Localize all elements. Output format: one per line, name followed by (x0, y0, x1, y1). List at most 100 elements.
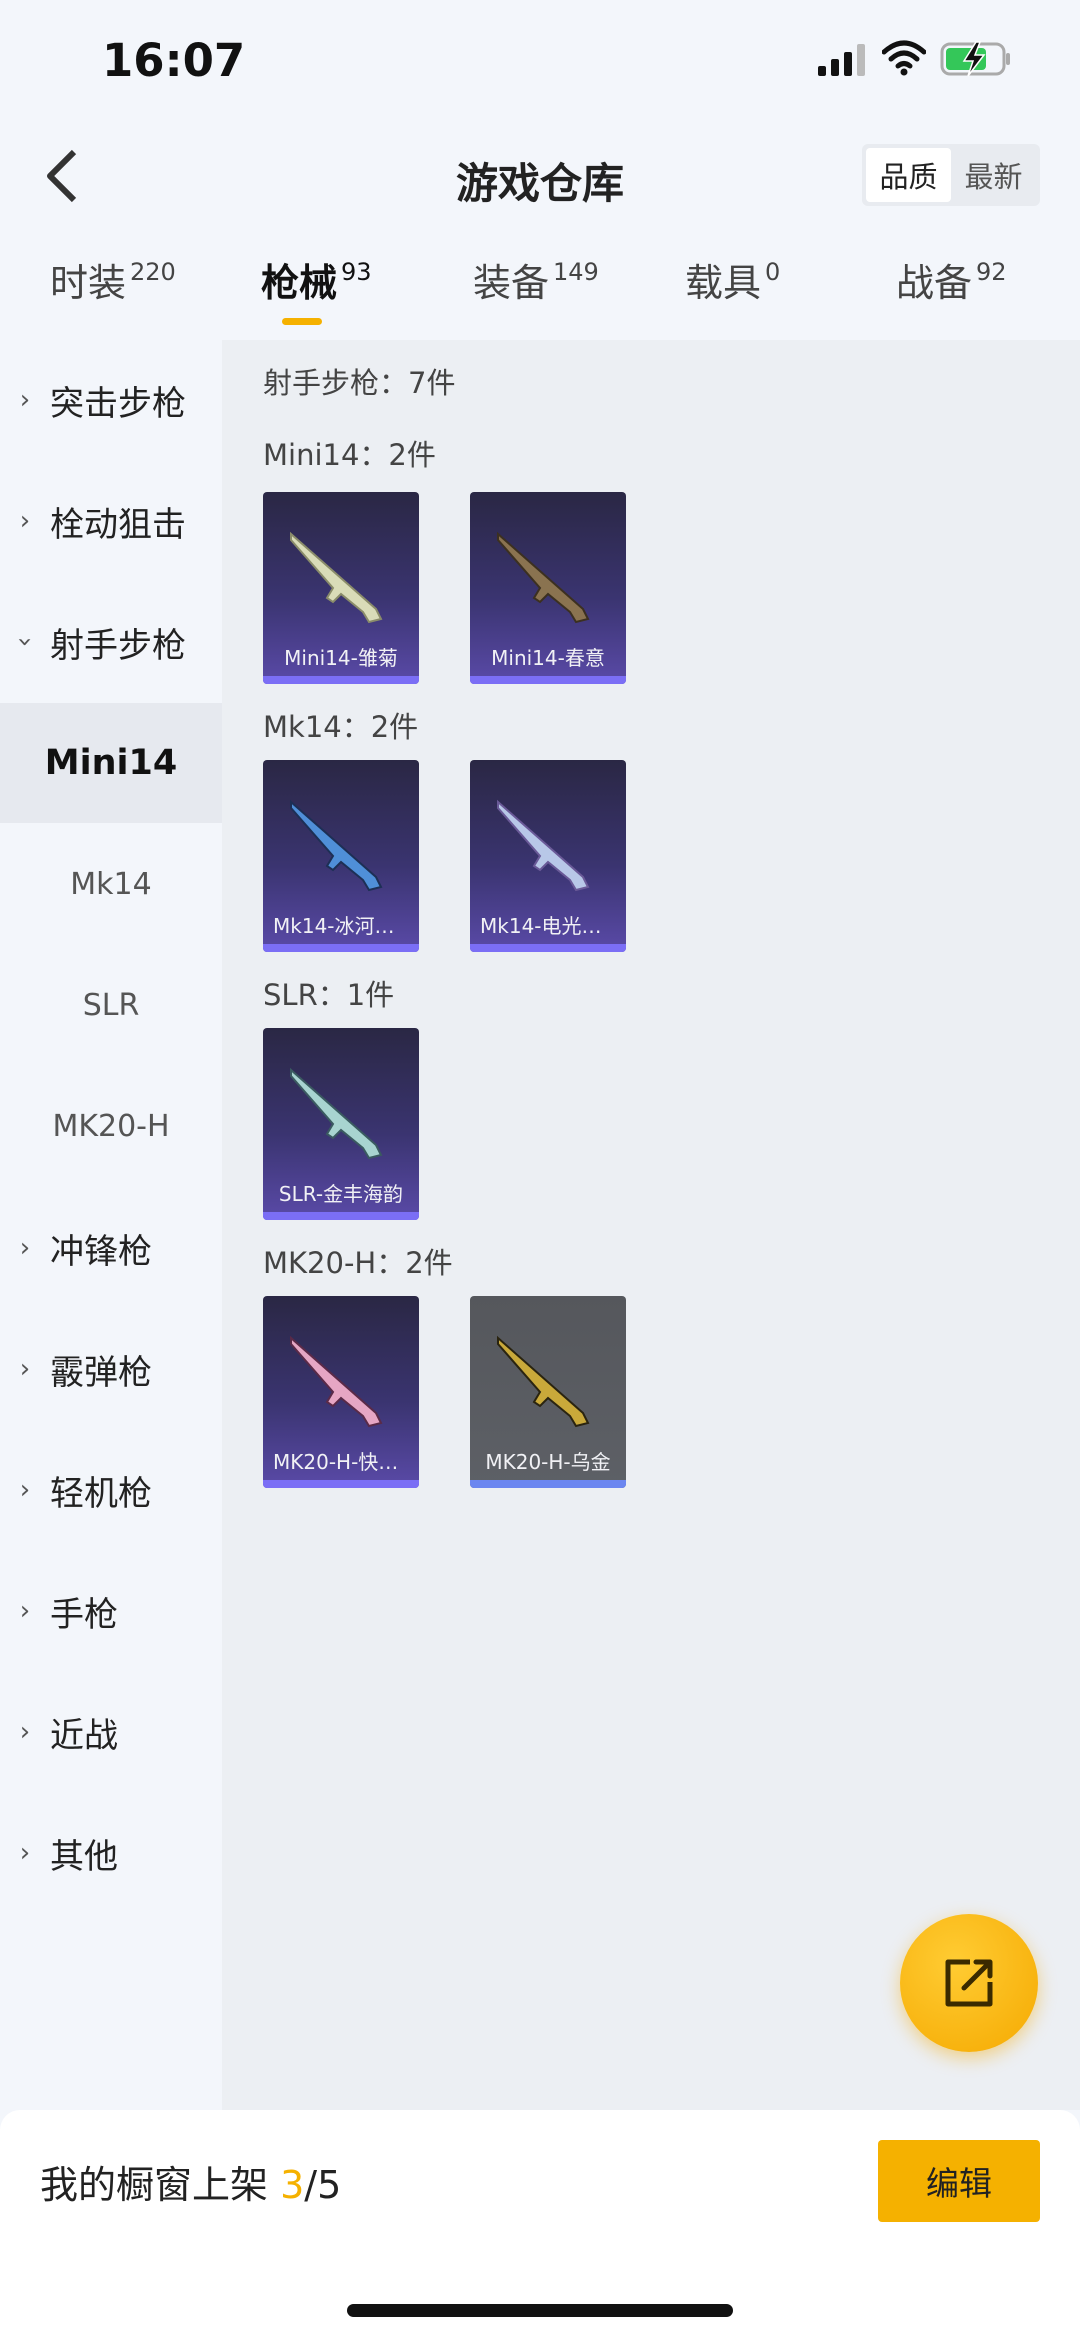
sort-toggle: 品质 最新 (862, 144, 1040, 206)
sidebar-item-melee[interactable]: › 近战 (0, 1672, 222, 1792)
tab-equipment[interactable]: 装备 149 (473, 252, 599, 342)
showcase-label: 我的橱窗上架 (40, 2163, 269, 2207)
item-name: Mk14-冰河世纪 (273, 914, 415, 938)
tab-count: 0 (765, 258, 781, 286)
tab-label: 载具 (685, 261, 762, 305)
item-card[interactable]: MK20-H-快乐时光 (263, 1296, 419, 1488)
signal-icon (818, 44, 865, 76)
group-title: Mini14：2件 (263, 438, 436, 472)
status-bar: 16:07 (0, 0, 1080, 120)
tab-label: 时装 (50, 261, 127, 305)
sort-newest-button[interactable]: 最新 (951, 148, 1036, 202)
sidebar-item-lmg[interactable]: › 轻机枪 (0, 1430, 222, 1550)
tab-count: 93 (341, 258, 372, 286)
status-time: 16:07 (102, 34, 246, 87)
sidebar-item-label: 冲锋枪 (50, 1231, 152, 1272)
sidebar-item-marksman-rifle[interactable]: › 射手步枪 (0, 582, 222, 702)
group-title: Mk14：2件 (263, 710, 419, 744)
chevron-right-icon: › (19, 385, 31, 415)
sidebar-item-label: 近战 (50, 1715, 118, 1756)
sidebar-item-bolt-sniper[interactable]: › 栓动狙击 (0, 461, 222, 581)
sidebar-item-pistol[interactable]: › 手枪 (0, 1551, 222, 1671)
rifle-icon (497, 1335, 590, 1428)
tab-count: 149 (553, 258, 599, 286)
bottom-panel: 我的橱窗上架 3/5 编辑 (0, 2110, 1080, 2337)
quality-bar (263, 944, 419, 952)
item-grid-panel: 射手步枪：7件 Mini14：2件 Mini14-雏菊 Mini14-春意 Mk… (222, 340, 1080, 2110)
chevron-right-icon: › (19, 1596, 31, 1626)
battery-charging-icon (940, 41, 1010, 77)
sidebar-item-label: 栓动狙击 (50, 504, 186, 545)
group-title: SLR：1件 (263, 978, 395, 1012)
sidebar-subitem-mk14[interactable]: Mk14 (0, 824, 222, 944)
sidebar-subitem-mk20h[interactable]: MK20-H (0, 1066, 222, 1186)
chevron-right-icon: › (19, 1717, 31, 1747)
rifle-icon (497, 799, 590, 892)
sort-quality-button[interactable]: 品质 (866, 148, 951, 202)
sidebar: › 突击步枪 › 栓动狙击 › 射手步枪 Mini14 Mk14 SLR MK2… (0, 340, 222, 2110)
tab-label: 装备 (473, 261, 550, 305)
showcase-current-count: 3 (280, 2163, 305, 2207)
share-icon (945, 1959, 993, 2007)
home-indicator (347, 2304, 733, 2317)
sidebar-item-label: 其他 (50, 1836, 118, 1877)
header: 游戏仓库 品质 最新 (0, 120, 1080, 230)
sidebar-item-other[interactable]: › 其他 (0, 1793, 222, 1913)
sidebar-subitem-mini14[interactable]: Mini14 (0, 703, 222, 823)
chevron-right-icon: › (19, 506, 31, 536)
item-card[interactable]: Mini14-雏菊 (263, 492, 419, 684)
tab-count: 92 (976, 258, 1007, 286)
item-card[interactable]: MK20-H-乌金 (470, 1296, 626, 1488)
quality-bar (470, 1480, 626, 1488)
chevron-right-icon: › (19, 1233, 31, 1263)
quality-bar (263, 676, 419, 684)
tab-firearms[interactable]: 枪械 93 (261, 252, 372, 342)
category-count-title: 射手步枪：7件 (263, 366, 456, 400)
sidebar-subitem-slr[interactable]: SLR (0, 945, 222, 1065)
tab-count: 220 (130, 258, 176, 286)
rifle-icon (290, 531, 383, 624)
tab-vehicles[interactable]: 载具 0 (685, 252, 780, 342)
chevron-right-icon: › (19, 1838, 31, 1868)
item-card[interactable]: Mini14-春意 (470, 492, 626, 684)
rifle-icon (290, 1335, 383, 1428)
item-name: Mini14-春意 (491, 646, 605, 670)
rifle-icon (290, 799, 383, 892)
item-card[interactable]: SLR-金丰海韵 (263, 1028, 419, 1220)
sidebar-item-assault-rifle[interactable]: › 突击步枪 (0, 340, 222, 460)
sidebar-item-label: 突击步枪 (50, 383, 186, 424)
tab-fashion[interactable]: 时装 220 (50, 252, 176, 342)
share-button[interactable] (900, 1914, 1038, 2052)
chevron-right-icon: › (19, 1354, 31, 1384)
item-name: Mk14-电光幻影 (480, 914, 622, 938)
chevron-down-icon: › (10, 636, 40, 648)
item-name: MK20-H-乌金 (485, 1450, 611, 1474)
rifle-icon (290, 1067, 383, 1160)
showcase-total-count: /5 (304, 2163, 342, 2207)
tab-label: 枪械 (261, 261, 338, 305)
rifle-icon (497, 531, 590, 624)
sidebar-item-shotgun[interactable]: › 霰弹枪 (0, 1309, 222, 1429)
group-title: MK20-H：2件 (263, 1246, 453, 1280)
showcase-status: 我的橱窗上架 3/5 (40, 2154, 341, 2209)
chevron-right-icon: › (19, 1475, 31, 1505)
tab-supplies[interactable]: 战备 92 (896, 252, 1007, 342)
quality-bar (263, 1480, 419, 1488)
category-tabs: 时装 220 枪械 93 装备 149 载具 0 战备 92 (0, 252, 1080, 342)
quality-bar (470, 676, 626, 684)
sidebar-item-label: 射手步枪 (50, 625, 186, 666)
item-card[interactable]: Mk14-冰河世纪 (263, 760, 419, 952)
sidebar-item-smg[interactable]: › 冲锋枪 (0, 1188, 222, 1308)
item-name: MK20-H-快乐时光 (273, 1450, 419, 1474)
item-card[interactable]: Mk14-电光幻影 (470, 760, 626, 952)
sidebar-item-label: 轻机枪 (50, 1473, 152, 1514)
sidebar-item-label: 霰弹枪 (50, 1352, 152, 1393)
item-name: Mini14-雏菊 (284, 646, 398, 670)
tab-active-indicator (282, 318, 322, 325)
item-name: SLR-金丰海韵 (278, 1182, 404, 1206)
edit-button[interactable]: 编辑 (878, 2140, 1040, 2222)
wifi-icon (882, 40, 926, 76)
tab-label: 战备 (896, 261, 973, 305)
sidebar-item-label: 手枪 (50, 1594, 118, 1635)
quality-bar (263, 1212, 419, 1220)
